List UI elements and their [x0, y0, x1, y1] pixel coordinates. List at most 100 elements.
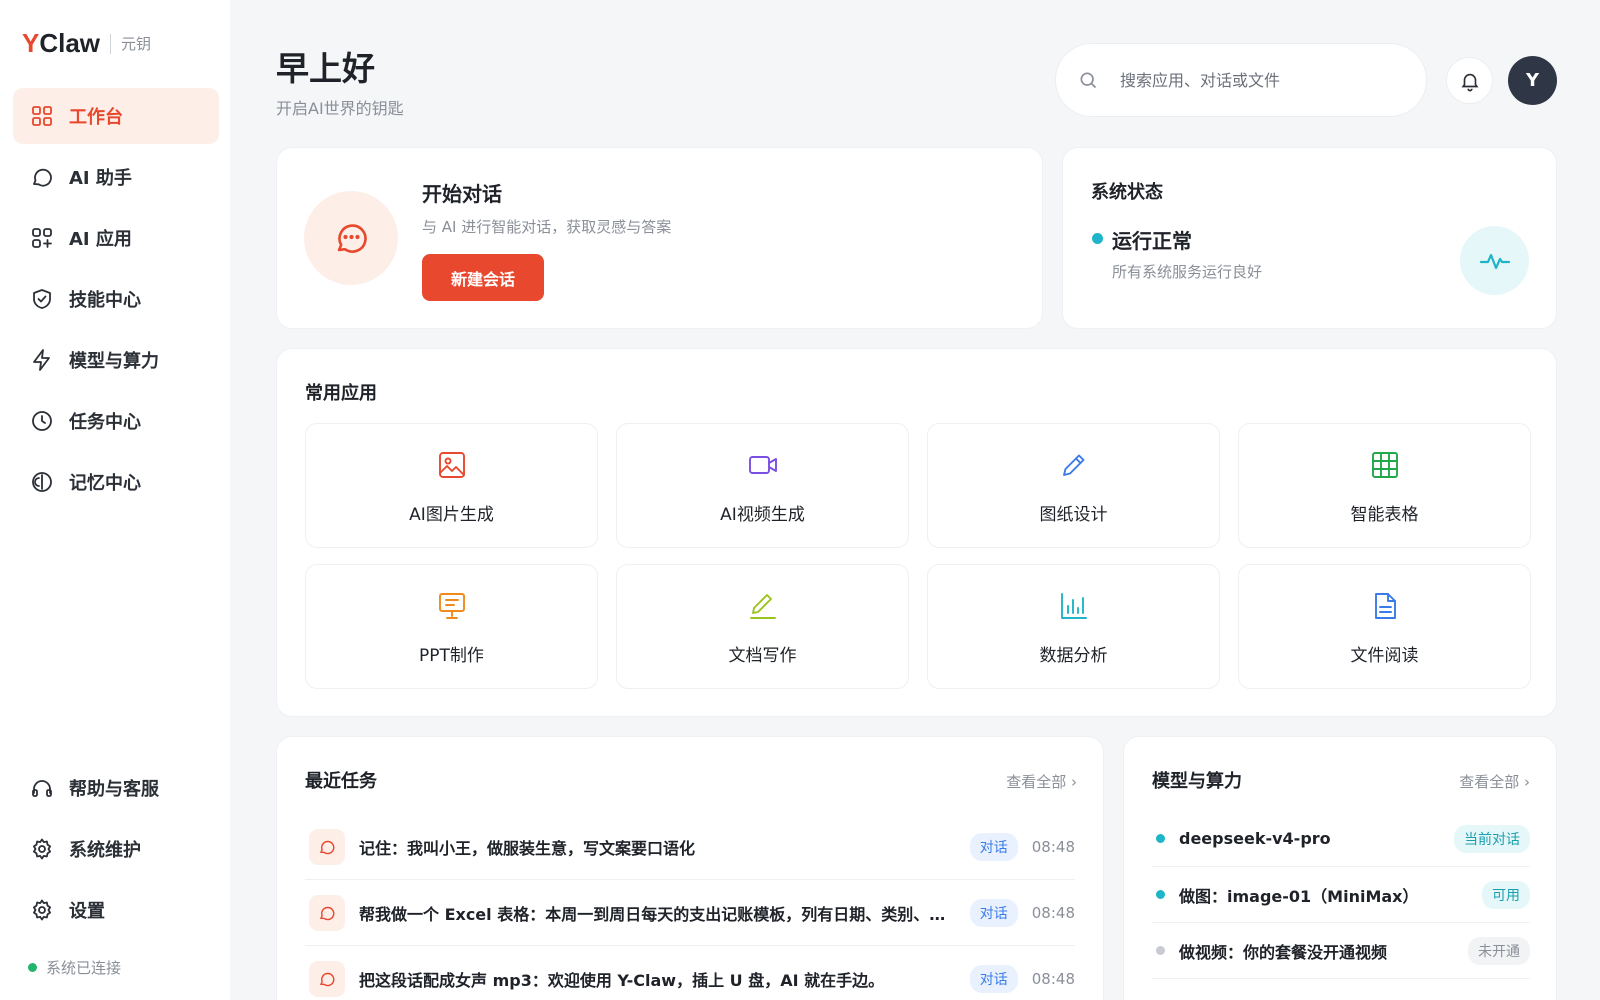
pencil-icon — [928, 450, 1219, 482]
model-row[interactable]: 做图：image-01（MiniMax） 可用 — [1152, 867, 1530, 923]
sidebar-item-memory[interactable]: 记忆中心 — [13, 454, 219, 510]
sidebar-item-tasks[interactable]: 任务中心 — [13, 393, 219, 449]
app-label: AI视频生成 — [720, 505, 805, 525]
model-row[interactable]: deepseek-v4-pro 当前对话 — [1152, 811, 1530, 867]
sidebar-item-label: 技能中心 — [69, 290, 141, 311]
system-status-card: 系统状态 运行正常 所有系统服务运行良好 — [1062, 147, 1557, 329]
memory-icon — [29, 469, 55, 495]
status-title: 系统状态 — [1091, 182, 1163, 203]
chat-dots-icon — [304, 191, 398, 285]
status-dot-icon — [1092, 233, 1103, 244]
sidebar-item-maintenance[interactable]: 系统维护 — [13, 821, 219, 877]
models-section-title: 模型与算力 — [1152, 771, 1242, 792]
sidebar-item-label: 记忆中心 — [69, 473, 141, 494]
task-row[interactable]: 把这段话配成女声 mp3：欢迎使用 Y-Claw，插上 U 盘，AI 就在手边。… — [305, 946, 1075, 1000]
task-title: 帮我做一个 Excel 表格：本周一到周日每天的支出记账模板，列有日期、类别、金… — [359, 904, 956, 924]
online-dot-icon — [28, 963, 37, 972]
main-nav: 工作台 AI 助手 AI 应用 技能中心 模型与算力 任务中心 记忆中心 — [13, 88, 219, 515]
task-type-badge: 对话 — [969, 898, 1018, 927]
sidebar-item-skills[interactable]: 技能中心 — [13, 271, 219, 327]
search-icon — [1080, 72, 1097, 89]
status-state: 运行正常 — [1112, 229, 1192, 253]
model-status-badge: 当前对话 — [1454, 824, 1530, 853]
model-row[interactable]: 做视频：你的套餐没开通视频 未开通 — [1152, 923, 1530, 979]
sidebar-item-models[interactable]: 模型与算力 — [13, 332, 219, 388]
search-input[interactable] — [1120, 70, 1400, 90]
sidebar-item-label: 任务中心 — [69, 412, 141, 433]
app-label: 数据分析 — [1039, 646, 1108, 666]
search-box[interactable] — [1055, 43, 1427, 117]
model-name: deepseek-v4-pro — [1179, 829, 1331, 848]
sidebar-item-label: AI 应用 — [69, 229, 132, 250]
task-time: 08:48 — [1031, 970, 1075, 988]
table-icon — [1239, 450, 1530, 482]
bar-chart-icon — [928, 591, 1219, 623]
app-ai-video[interactable]: AI视频生成 — [616, 423, 909, 548]
app-smart-table[interactable]: 智能表格 — [1238, 423, 1531, 548]
headset-icon — [29, 775, 55, 801]
bottom-nav: 帮助与客服 系统维护 设置 — [13, 760, 219, 943]
models-view-all-link[interactable]: 查看全部 › — [1459, 771, 1530, 792]
model-status-badge: 可用 — [1482, 880, 1530, 909]
sidebar-item-label: 设置 — [69, 901, 105, 922]
notification-button[interactable] — [1446, 57, 1493, 104]
sidebar-item-label: 帮助与客服 — [69, 779, 159, 800]
app-label: 文件阅读 — [1350, 646, 1419, 666]
model-status-dot — [1156, 834, 1165, 843]
file-icon — [1239, 591, 1530, 623]
app-ppt[interactable]: PPT制作 — [305, 564, 598, 689]
sidebar-item-label: 工作台 — [69, 107, 123, 128]
sidebar-item-label: 系统维护 — [69, 840, 141, 861]
gear-icon — [29, 836, 55, 862]
page-title: 早上好 — [276, 49, 375, 88]
apps-add-icon — [29, 225, 55, 251]
new-session-button[interactable]: 新建会话 — [422, 254, 544, 301]
app-label: 智能表格 — [1350, 505, 1419, 525]
sidebar-item-settings[interactable]: 设置 — [13, 882, 219, 938]
task-time: 08:48 — [1031, 837, 1075, 856]
app-file-reading[interactable]: 文件阅读 — [1238, 564, 1531, 689]
task-row[interactable]: 记住：我叫小王，做服装生意，写文案要口语化 对话 08:48 — [305, 814, 1075, 880]
pulse-icon — [1460, 226, 1529, 295]
app-doc-writing[interactable]: 文档写作 — [616, 564, 909, 689]
bell-icon — [1460, 73, 1479, 91]
task-row[interactable]: 帮我做一个 Excel 表格：本周一到周日每天的支出记账模板，列有日期、类别、金… — [305, 880, 1075, 946]
recent-tasks-card: 最近任务 查看全部 › 记住：我叫小王，做服装生意，写文案要口语化 对话 08:… — [276, 736, 1104, 1000]
model-name: 做图：image-01（MiniMax） — [1179, 886, 1419, 906]
model-status-badge: 未开通 — [1468, 936, 1530, 965]
app-label: PPT制作 — [419, 646, 484, 666]
presentation-icon — [306, 591, 597, 623]
chat-bubble-icon — [309, 961, 345, 997]
task-type-badge: 对话 — [969, 965, 1018, 993]
sidebar-item-help[interactable]: 帮助与客服 — [13, 760, 219, 816]
chat-bubble-icon — [309, 828, 345, 865]
model-status-dot — [1156, 946, 1165, 955]
start-chat-card: 开始对话 与 AI 进行智能对话，获取灵感与答案 新建会话 — [276, 147, 1043, 329]
sidebar-item-ai-assistant[interactable]: AI 助手 — [13, 149, 219, 205]
sidebar-item-ai-apps[interactable]: AI 应用 — [13, 210, 219, 266]
app-data-analysis[interactable]: 数据分析 — [927, 564, 1220, 689]
connection-status: 系统已连接 — [28, 957, 121, 978]
shield-check-icon — [29, 286, 55, 312]
chat-bubble-icon — [309, 894, 345, 931]
model-name: 做视频：你的套餐没开通视频 — [1179, 942, 1388, 962]
image-icon — [306, 450, 597, 482]
logo-divider — [110, 33, 112, 54]
avatar[interactable]: Y — [1508, 56, 1557, 105]
video-icon — [617, 450, 908, 482]
grid-icon — [29, 103, 55, 129]
model-status-dot — [1156, 890, 1165, 899]
app-drawing-design[interactable]: 图纸设计 — [927, 423, 1220, 548]
app-ai-image[interactable]: AI图片生成 — [305, 423, 598, 548]
sidebar: Y Claw 元钥 工作台 AI 助手 AI 应用 技能中心 模型与算力 任务中心 — [0, 0, 230, 1000]
task-time: 08:48 — [1031, 903, 1075, 922]
apps-section-title: 常用应用 — [305, 383, 377, 404]
app-label: AI图片生成 — [409, 505, 494, 525]
brand-logo[interactable]: Y Claw 元钥 — [22, 28, 151, 59]
pen-line-icon — [617, 591, 908, 623]
tasks-view-all-link[interactable]: 查看全部 › — [1006, 771, 1077, 792]
models-card: 模型与算力 查看全部 › deepseek-v4-pro 当前对话 做图：ima… — [1123, 736, 1557, 1000]
sidebar-item-workbench[interactable]: 工作台 — [13, 88, 219, 144]
lightning-icon — [29, 347, 55, 373]
logo-text: Claw — [39, 28, 101, 58]
